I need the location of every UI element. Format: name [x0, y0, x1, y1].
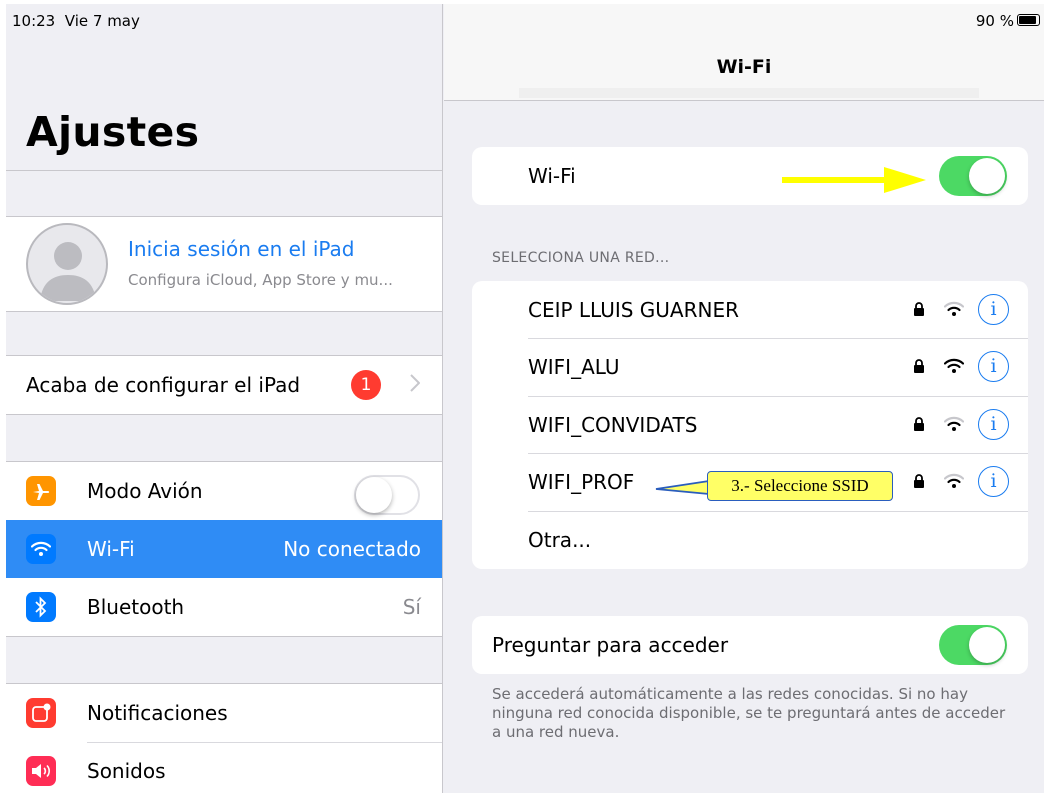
network-name: WIFI_CONVIDATS	[528, 413, 698, 437]
status-time: 10:23 Vie 7 may	[12, 12, 140, 30]
date: Vie 7 may	[64, 12, 140, 30]
wifi-icon	[26, 534, 56, 564]
ipad-screen: 10:23 Vie 7 may Ajustes Inicia sesión en…	[6, 4, 1044, 793]
info-button[interactable]: i	[978, 409, 1009, 440]
sidebar-item-wifi[interactable]: Wi-Fi No conectado	[6, 520, 442, 578]
lock-icon	[914, 359, 924, 373]
airplane-icon	[26, 476, 56, 506]
ssid-callout-annotation: 3.- Seleccione SSID	[707, 471, 893, 501]
wifi-detail-pane: 90 % Wi-Fi Wi-Fi SELECCIONA UNA RED... C…	[444, 4, 1044, 793]
network-name: WIFI_ALU	[528, 355, 620, 379]
profile-name: Inicia sesión en el iPad	[128, 237, 355, 261]
connectivity-group: Modo Avión Wi-Fi No conectado Bluetooth …	[6, 462, 442, 636]
sidebar-item-label: Sonidos	[87, 759, 166, 783]
wifi-toggle-row: Wi-Fi	[472, 147, 1028, 205]
wifi-signal-icon	[944, 358, 964, 373]
clock: 10:23	[12, 12, 56, 30]
nav-title: Wi-Fi	[716, 56, 772, 78]
bluetooth-icon	[26, 592, 56, 622]
sounds-icon	[26, 756, 56, 786]
network-name: WIFI_PROF	[528, 470, 635, 494]
lock-icon	[914, 474, 924, 488]
ask-to-join-row: Preguntar para acceder	[472, 616, 1028, 674]
ask-to-join-label: Preguntar para acceder	[492, 633, 729, 657]
info-button[interactable]: i	[978, 294, 1009, 325]
sidebar-item-bluetooth[interactable]: Bluetooth Sí	[6, 578, 442, 636]
section-header: SELECCIONA UNA RED...	[492, 250, 670, 266]
nav-divider	[519, 88, 979, 98]
sidebar-item-label: Bluetooth	[87, 595, 185, 619]
battery-icon	[1017, 14, 1040, 26]
profile-subtitle: Configura iCloud, App Store y mu...	[128, 271, 393, 289]
ask-to-join-description: Se accederá automáticamente a las redes …	[492, 685, 1006, 741]
wifi-toggle[interactable]	[939, 156, 1007, 196]
wifi-signal-icon	[944, 301, 964, 316]
network-row-other[interactable]: Otra...	[472, 511, 1028, 569]
finish-setup-label: Acaba de configurar el iPad	[26, 373, 301, 397]
network-name: Otra...	[528, 528, 592, 552]
sidebar-item-notifications[interactable]: Notificaciones	[6, 684, 442, 742]
page-title: Ajustes	[26, 108, 200, 156]
wifi-signal-icon	[944, 473, 964, 488]
network-row-ceip-lluis-guarner[interactable]: CEIP LLUIS GUARNER i	[472, 281, 1028, 339]
ask-to-join-toggle[interactable]	[939, 625, 1007, 665]
profile-signin[interactable]: Inicia sesión en el iPad Configura iClou…	[6, 217, 442, 311]
sidebar-item-label: Wi-Fi	[87, 537, 135, 561]
chevron-right-icon	[410, 373, 421, 397]
network-row-wifi-alu[interactable]: WIFI_ALU i	[472, 338, 1028, 396]
settings-sidebar: 10:23 Vie 7 may Ajustes Inicia sesión en…	[6, 4, 443, 793]
info-button[interactable]: i	[978, 466, 1009, 497]
notifications-group: Notificaciones Sonidos	[6, 684, 442, 793]
network-list: CEIP LLUIS GUARNER i WIFI_ALU i WIFI_CON…	[472, 281, 1028, 569]
battery-percent: 90 %	[975, 12, 1014, 30]
wifi-signal-icon	[944, 416, 964, 431]
bluetooth-status-value: Sí	[402, 595, 421, 619]
sidebar-item-sounds[interactable]: Sonidos	[6, 742, 442, 793]
lock-icon	[914, 417, 924, 431]
notifications-icon	[26, 698, 56, 728]
navigation-bar: 90 % Wi-Fi	[444, 4, 1044, 101]
sidebar-item-label: Notificaciones	[87, 701, 228, 725]
finish-setup-row[interactable]: Acaba de configurar el iPad 1	[6, 356, 442, 414]
lock-icon	[914, 302, 924, 316]
info-button[interactable]: i	[978, 351, 1009, 382]
airplane-mode-toggle[interactable]	[354, 475, 420, 515]
network-row-wifi-convidats[interactable]: WIFI_CONVIDATS i	[472, 396, 1028, 454]
wifi-label: Wi-Fi	[528, 164, 576, 188]
setup-badge: 1	[351, 370, 381, 400]
avatar-icon	[26, 223, 108, 305]
sidebar-item-airplane-mode[interactable]: Modo Avión	[6, 462, 442, 520]
yellow-arrow-annotation	[782, 167, 926, 193]
sidebar-item-label: Modo Avión	[87, 479, 203, 503]
network-name: CEIP LLUIS GUARNER	[528, 298, 740, 322]
callout-pointer	[655, 480, 710, 495]
wifi-status-value: No conectado	[283, 537, 421, 561]
